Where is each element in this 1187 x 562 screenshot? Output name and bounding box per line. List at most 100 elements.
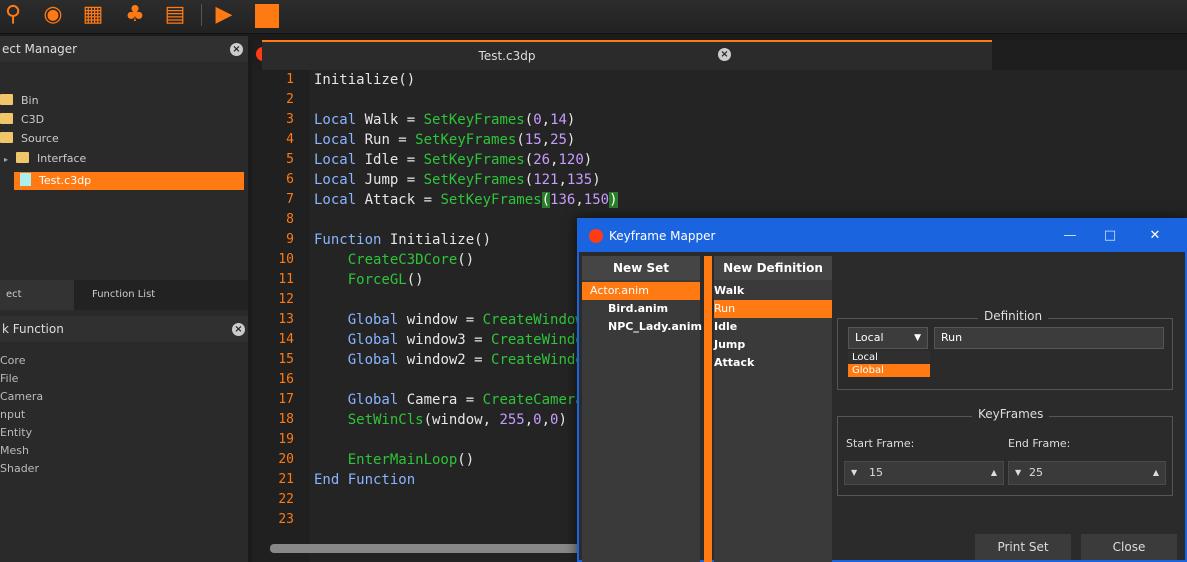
toolbar-separator [201,4,202,26]
close-icon[interactable]: × [230,43,243,56]
code-line: Global window = CreateWindow [314,312,584,328]
line-number: 1 [286,72,294,87]
folder-icon [0,113,13,124]
close-icon[interactable]: ✕ [1140,220,1170,252]
grid-icon[interactable]: ▦ [80,2,106,28]
list-item[interactable]: Mesh [0,444,29,457]
definition-group: Definition Local ▼ Run Local Global [837,309,1173,390]
tree-icon[interactable]: ♣ [122,2,148,28]
play-icon[interactable]: ▶ [211,2,237,28]
line-number: 9 [286,232,294,247]
line-number: 19 [278,432,294,447]
function-panel-header: k Function × [0,316,248,342]
chevron-down-icon: ▼ [914,333,921,343]
increment-icon[interactable]: ▲ [991,462,997,484]
file-icon [20,173,31,186]
tree-item-source[interactable]: Source [0,130,59,148]
list-item[interactable]: Run [714,300,832,318]
dialog-title-bar[interactable]: Keyframe Mapper — □ ✕ [579,220,1185,252]
tree-item-test-c3dp[interactable]: Test.c3dp [20,172,91,190]
close-icon[interactable]: × [232,323,245,336]
folder-icon [0,132,13,143]
list-item[interactable]: Core [0,354,25,367]
code-line: CreateC3DCore() [314,252,475,268]
list-item[interactable]: Idle [714,318,832,336]
new-set-button[interactable]: New Set [582,256,700,280]
code-line: Initialize() [314,72,416,88]
left-panel-tabs: ect Manager Function List [0,280,248,330]
list-item[interactable]: Entity [0,426,32,439]
list-item[interactable]: Attack [714,354,832,372]
list-item[interactable]: Jump [714,336,832,354]
line-number: 14 [278,332,294,347]
line-number: 21 [278,472,294,487]
stop-icon[interactable] [255,4,279,28]
new-definition-button[interactable]: New Definition [714,256,832,280]
line-number: 7 [286,192,294,207]
list-item[interactable]: nput [0,408,25,421]
decrement-icon[interactable]: ▼ [1015,462,1021,484]
tree-item-interface[interactable]: ▸ Interface [4,150,86,168]
start-frame-stepper[interactable]: ▼ 15 ▲ [844,461,1004,485]
line-number: 22 [278,492,294,507]
increment-icon[interactable]: ▲ [1153,462,1159,484]
list-item[interactable]: Actor.anim [582,282,700,300]
folder-icon [0,94,13,105]
line-number: 13 [278,312,294,327]
line-number: 8 [286,212,294,227]
list-item[interactable]: NPC_Lady.anim [582,318,702,336]
tab-project-manager[interactable]: ect Manager [0,280,74,330]
tree-item-c3d[interactable]: C3D [0,111,44,129]
line-number: 16 [278,372,294,387]
definition-group-label: Definition [978,309,1049,323]
tree-item-bin[interactable]: Bin [0,92,39,110]
horizontal-scrollbar[interactable] [270,544,580,553]
code-line: SetWinCls(window, 255,0,0) [314,412,567,428]
maximize-icon[interactable]: □ [1095,220,1125,252]
scope-select[interactable]: Local ▼ [848,327,928,349]
editor-tab-title: Test.c3dp [478,49,536,63]
dropdown-option-local[interactable]: Local [848,351,930,364]
end-frame-stepper[interactable]: ▼ 25 ▲ [1008,461,1166,485]
toolbar: ⚲ ◉ ▦ ♣ ▤ ▶ [0,0,1187,34]
search-icon[interactable]: ⚲ [0,2,26,28]
line-number: 11 [278,272,294,287]
code-line: Local Run = SetKeyFrames(15,25) [314,132,576,148]
dialog-title: Keyframe Mapper [609,229,716,243]
code-line: Local Attack = SetKeyFrames(136,150) [314,192,618,208]
line-number: 15 [278,352,294,367]
definition-name-input[interactable]: Run [934,327,1164,349]
library-icon[interactable]: ▤ [162,2,188,28]
close-button[interactable]: Close [1081,534,1177,560]
tab-function-list[interactable]: Function List [86,280,161,310]
close-icon[interactable]: × [718,48,731,61]
tab-test-c3dp[interactable]: Test.c3dp × [262,40,992,70]
print-set-button[interactable]: Print Set [975,534,1071,560]
minimize-icon[interactable]: — [1055,220,1085,252]
line-number: 5 [286,152,294,167]
left-panel: ect Manager × Bin C3D Source ▸ Interface … [0,36,248,562]
scope-dropdown: Local Global [848,351,930,377]
expand-arrow-icon[interactable]: ▸ [4,155,8,164]
sets-column: New Set Actor.anim Bird.anim NPC_Lady.an… [582,256,702,562]
line-number: 3 [286,112,294,127]
dropdown-option-global[interactable]: Global [848,364,930,377]
line-number: 18 [278,412,294,427]
globe-icon[interactable]: ◉ [40,2,66,28]
list-item[interactable]: Camera [0,390,43,403]
list-item[interactable]: Bird.anim [582,300,700,318]
line-number: 12 [278,292,294,307]
line-number: 10 [278,252,294,267]
list-item[interactable]: File [0,372,18,385]
line-number: 17 [278,392,294,407]
code-line: Local Idle = SetKeyFrames(26,120) [314,152,593,168]
c3d-logo-icon [589,229,603,243]
line-number-gutter: 1 2 3 4 5 6 7 8 9 10 11 12 13 14 15 16 1… [252,70,310,562]
decrement-icon[interactable]: ▼ [851,462,857,484]
list-item[interactable]: Shader [0,462,39,475]
code-line: Global window2 = CreateWindo [314,352,584,368]
code-line: Local Jump = SetKeyFrames(121,135) [314,172,601,188]
code-line: ForceGL() [314,272,424,288]
list-item[interactable]: Walk [714,282,832,300]
line-number: 4 [286,132,294,147]
